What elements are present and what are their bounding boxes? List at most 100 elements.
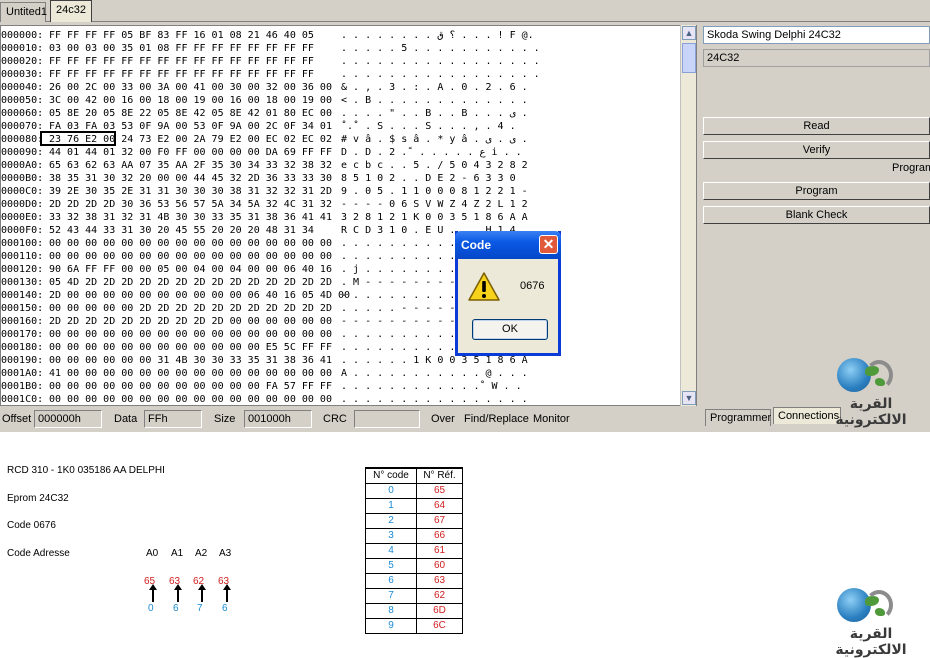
ref-cell: 6C <box>416 617 463 634</box>
logo-text: القرية الالكترونية <box>835 396 907 428</box>
hex-ascii: . . . . . . . . . . . . . . . . . <box>341 69 540 80</box>
tab-bar: Untited1 24c32 <box>0 0 930 22</box>
hex-offset: 000110: <box>1 251 44 262</box>
hex-bytes: 2D 2D 2D 2D 30 36 53 56 57 5A 34 5A 32 4… <box>49 199 332 210</box>
hex-offset: 000140: <box>1 290 44 301</box>
scroll-down-icon[interactable]: ▼ <box>682 391 696 405</box>
scroll-up-icon[interactable]: ▲ <box>682 26 696 40</box>
hex-offset: 000090: <box>1 147 44 158</box>
hex-ascii: # v â . $ s â . * y â . ى . ى . <box>341 134 528 145</box>
hex-offset: 000000: <box>1 30 44 41</box>
hex-ascii: - - - - 0 6 S V W Z 4 Z 2 L 1 2 <box>341 199 528 210</box>
dialog-message: 0676 <box>520 280 545 292</box>
find-replace-link[interactable]: Find/Replace <box>464 413 529 425</box>
offset-field[interactable]: 000000h <box>34 410 102 428</box>
hex-offset: 0001B0: <box>1 381 44 392</box>
hex-offset: 0000A0: <box>1 160 44 171</box>
hex-ascii: . . . . . . . . . . . . . . . . <box>341 394 528 405</box>
hex-offset: 000040: <box>1 82 44 93</box>
doc-code: Code 0676 <box>7 520 56 531</box>
hex-offset: 000030: <box>1 69 44 80</box>
ref-cell: 67 <box>416 512 463 529</box>
arrow-up-icon <box>223 584 231 602</box>
code-cell: 4 <box>365 542 417 559</box>
address-a2: A2 <box>195 548 208 559</box>
selection-highlight <box>40 131 116 146</box>
scroll-thumb[interactable] <box>682 43 696 73</box>
hex-bytes: 00 00 00 00 00 00 00 00 00 00 00 00 00 0… <box>49 251 332 262</box>
table-row: 6 63 <box>365 572 463 589</box>
code-cell: 1 <box>365 497 417 514</box>
hex-offset: 000120: <box>1 264 44 275</box>
logo-text: القرية الالكترونية <box>835 626 907 658</box>
size-label: Size <box>214 413 236 425</box>
code-reference-table: N° code N° Réf. 0 65 1 64 2 67 3 66 4 61 5 60 6 63 7 62… <box>365 467 463 634</box>
swirl-icon <box>865 590 893 620</box>
hex-offset: 000150: <box>1 303 44 314</box>
blank-check-button[interactable]: Blank Check <box>703 206 930 224</box>
hex-bytes: 44 01 44 01 32 00 F0 FF 00 00 00 00 DA 6… <box>49 147 332 158</box>
swirl-icon <box>865 360 893 390</box>
ref-cell: 64 <box>416 497 463 514</box>
dialog-title-bar: Code ✕ <box>455 231 561 259</box>
read-button[interactable]: Read <box>703 117 930 135</box>
hex-bytes: 90 6A FF FF 00 00 05 00 04 00 04 00 00 0… <box>49 264 332 275</box>
code-digit-a1: 6 <box>173 603 179 614</box>
ref-cell: 6D <box>416 602 463 619</box>
code-digit-a3: 6 <box>222 603 228 614</box>
tab-24c32[interactable]: 24c32 <box>50 0 92 22</box>
code-digit-a0: 0 <box>148 603 154 614</box>
hex-bytes: 39 2E 30 35 2E 31 31 30 30 30 38 31 32 3… <box>49 186 332 197</box>
header-code: N° code <box>365 467 417 484</box>
hex-ascii: . . . . . . . . . . . . . . . . . <box>341 56 540 67</box>
hex-offset: 0000E0: <box>1 212 44 223</box>
hex-bytes: 2D 2D 2D 2D 2D 2D 2D 2D 2D 2D 00 00 00 0… <box>49 316 332 327</box>
crc-field[interactable] <box>354 410 420 428</box>
ref-cell: 60 <box>416 557 463 574</box>
tab-untitled[interactable]: Untited1 <box>0 2 47 22</box>
device-name-field[interactable]: Skoda Swing Delphi 24C32 <box>703 26 930 44</box>
hex-offset: 000130: <box>1 277 44 288</box>
hex-offset: 000170: <box>1 329 44 340</box>
hex-editor[interactable]: 000000: FF FF FF FF 05 BF 83 FF 16 01 08 … <box>0 25 697 406</box>
status-bar: Offset 000000h Data FFh Size 001000h CRC… <box>0 408 697 430</box>
code-cell: 5 <box>365 557 417 574</box>
hex-ascii: . . . . . 5 . . . . . . . . . . . <box>341 43 540 54</box>
hex-ascii: 3 2 8 1 2 1 K 0 0 3 5 1 8 6 A A <box>341 212 528 223</box>
ref-cell: 61 <box>416 542 463 559</box>
hex-scrollbar[interactable]: ▲ ▼ <box>680 25 696 406</box>
warning-icon <box>468 272 500 301</box>
verify-button[interactable]: Verify <box>703 141 930 159</box>
hex-bytes: 3C 00 42 00 16 00 18 00 19 00 16 00 18 0… <box>49 95 332 106</box>
site-logo-bottom: القرية الالكترونية <box>815 588 927 658</box>
hex-bytes: 03 00 03 00 35 01 08 FF FF FF FF FF FF F… <box>49 43 314 54</box>
program-button[interactable]: Program <box>703 182 930 200</box>
code-cell: 2 <box>365 512 417 529</box>
hex-bytes: 00 00 00 00 00 00 00 00 00 00 00 00 00 0… <box>49 394 332 405</box>
hex-offset: 000080: <box>1 134 44 145</box>
data-field[interactable]: FFh <box>144 410 202 428</box>
crc-label: CRC <box>323 413 347 425</box>
hex-bytes: 2D 00 00 00 00 00 00 00 00 00 00 06 40 1… <box>49 290 351 301</box>
hex-ascii: < . B . . . . . . . . . . . . . <box>341 95 528 106</box>
monitor-link[interactable]: Monitor <box>533 413 570 425</box>
hex-bytes: 38 35 31 30 32 20 00 00 44 45 32 2D 36 3… <box>49 173 332 184</box>
hex-ascii: & . , . 3 . : . A . 0 . 2 . 6 . <box>341 82 528 93</box>
hex-bytes: 26 00 2C 00 33 00 3A 00 41 00 30 00 32 0… <box>49 82 332 93</box>
code-cell: 7 <box>365 587 417 604</box>
ok-button[interactable]: OK <box>472 319 548 340</box>
hex-ascii: . . . . " . . B . . B . . . ى . <box>341 108 528 119</box>
close-icon[interactable]: ✕ <box>539 235 558 254</box>
ref-cell: 62 <box>416 587 463 604</box>
tab-programmer[interactable]: Programmer <box>705 409 771 426</box>
hex-ascii: e c b c . . 5 . / 5 0 4 3 2 8 2 <box>341 160 528 171</box>
hex-offset: 000180: <box>1 342 44 353</box>
ref-cell: 65 <box>416 482 463 499</box>
code-cell: 9 <box>365 617 417 634</box>
table-row: 0 65 <box>365 482 463 499</box>
hex-bytes: 00 00 00 00 00 2D 2D 2D 2D 2D 2D 2D 2D 2… <box>49 303 332 314</box>
hex-offset: 0001A0: <box>1 368 44 379</box>
size-field[interactable]: 001000h <box>244 410 312 428</box>
hex-offset: 0000C0: <box>1 186 44 197</box>
hex-bytes: 52 43 44 33 31 30 20 45 55 20 20 20 48 3… <box>49 225 314 236</box>
